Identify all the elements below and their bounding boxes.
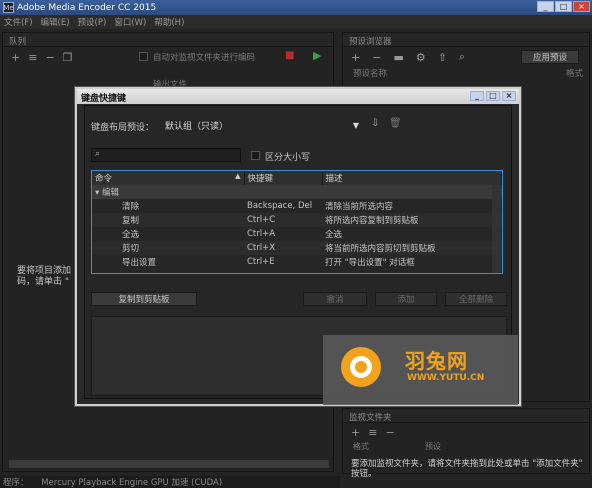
sort-asc-icon: ▲ [235, 172, 241, 180]
queue-panel-title: 队列 [3, 33, 333, 47]
watch-settings-icon[interactable]: ≡ [368, 426, 377, 439]
menu-presets[interactable]: 预设(P) [78, 16, 107, 28]
watch-col-preset: 预设 [425, 442, 441, 451]
watermark-url: WWW.YUTU.CN [407, 373, 485, 383]
table-row[interactable]: 导出设置 Ctrl+E 打开 "导出设置" 对话框 [92, 255, 502, 269]
chevron-down-icon: ▼ [352, 120, 359, 130]
col-description[interactable]: 描述 [322, 171, 502, 185]
watermark-overlay: 羽兔网 WWW.YUTU.CN [323, 335, 518, 405]
title-bar: Me Adobe Media Encoder CC 2015 _ □ × [0, 0, 592, 15]
watermark-logo-icon [341, 347, 381, 387]
clear-all-button[interactable]: 全部删除 [445, 292, 507, 306]
layout-preset-label: 键盘布局预设： [91, 123, 155, 133]
delete-preset-icon[interactable]: 🗑 [389, 118, 402, 129]
watch-folder-hint: 要添加监视文件夹，请将文件夹拖到此处或单击 "添加文件夹" 按钮。 [351, 459, 583, 479]
dialog-title-bar: 键盘快捷键 _ □ × [77, 89, 519, 104]
save-preset-icon[interactable]: ⇩ [371, 118, 379, 129]
table-row[interactable]: 剪切 Ctrl+X 将当前所选内容剪切到剪贴板 [92, 241, 502, 255]
add-watch-folder-icon[interactable]: + [351, 426, 360, 439]
watermark-brand: 羽兔网 [405, 349, 468, 373]
table-header: 命令 ▲ 快捷键 描述 [92, 171, 502, 185]
layout-preset-select[interactable]: 默认组（只读） ▼ [165, 118, 361, 132]
shortcut-table: 命令 ▲ 快捷键 描述 ▾ 编辑 清除 Backspace, Del 清除当前所选内容… [91, 170, 503, 274]
table-row[interactable]: 复制 Ctrl+C 将所选内容复制到剪贴板 [92, 213, 502, 227]
col-shortcut[interactable]: 快捷键 [244, 171, 323, 185]
case-sensitive-label: 区分大小写 [265, 153, 311, 163]
preset-browser-title: 预设浏览器 [343, 33, 589, 47]
dialog-minimize-button[interactable]: _ [470, 91, 484, 101]
search-preset-icon[interactable]: ⌕ [459, 50, 465, 64]
settings-icon[interactable]: ≡ [28, 51, 37, 64]
minimize-button[interactable]: _ [537, 1, 554, 12]
app-window: Me Adobe Media Encoder CC 2015 _ □ × 文件(… [0, 0, 592, 488]
auto-encode-label: 自动对监视文件夹进行编码 [153, 53, 256, 63]
table-row[interactable]: 清除 Backspace, Del 清除当前所选内容 [92, 199, 502, 213]
app-logo-icon: Me [3, 2, 14, 13]
app-title: Adobe Media Encoder CC 2015 [17, 2, 157, 13]
watch-folder-title: 监视文件夹 [343, 409, 589, 423]
copy-to-clipboard-button[interactable]: 复制到剪贴板 [91, 292, 197, 306]
menu-edit[interactable]: 编辑(E) [41, 16, 70, 28]
layout-preset-value: 默认组（只读） [165, 121, 229, 132]
preset-col-name: 预设名称 [353, 69, 388, 79]
queue-hint: 要将项目添加 码，请单击 " [17, 266, 72, 287]
add-shortcut-button[interactable]: 添加 [375, 292, 437, 306]
close-button[interactable]: × [573, 1, 590, 12]
shortcut-search-input[interactable]: ⌕ [91, 148, 241, 162]
add-source-icon[interactable]: + [11, 51, 20, 64]
auto-encode-checkbox[interactable] [139, 52, 148, 61]
table-group-row[interactable]: ▾ 编辑 [92, 185, 502, 199]
duplicate-icon[interactable]: ❐ [63, 51, 73, 64]
stop-icon[interactable]: ■ [285, 50, 294, 61]
menu-bar: 文件(F) 编辑(E) 预设(P) 窗口(W) 帮助(H) [0, 15, 592, 29]
menu-window[interactable]: 窗口(W) [114, 16, 146, 28]
dialog-close-button[interactable]: × [502, 91, 516, 101]
table-row[interactable]: 全选 Ctrl+A 全选 [92, 227, 502, 241]
menu-help[interactable]: 帮助(H) [154, 16, 184, 28]
remove-watch-folder-icon[interactable]: − [385, 426, 394, 439]
dialog-title: 键盘快捷键 [81, 94, 127, 104]
new-group-icon[interactable]: ▬ [393, 51, 403, 64]
renderer-label: 程序： [3, 478, 29, 488]
collapse-triangle-icon[interactable]: ▾ [95, 188, 99, 198]
remove-icon[interactable]: − [45, 51, 54, 64]
watch-folder-panel: 监视文件夹 + ≡ − 格式 预设 要添加监视文件夹，请将文件夹拖到此处或单击 … [342, 408, 590, 479]
watch-col-format: 格式 [353, 442, 369, 451]
table-scrollbar[interactable] [492, 185, 501, 273]
preset-settings-icon[interactable]: ⚙ [416, 51, 426, 64]
import-preset-icon[interactable]: ⇧ [438, 51, 447, 64]
renderer-value[interactable]: Mercury Playback Engine GPU 加速 (CUDA) [41, 478, 222, 488]
search-icon: ⌕ [95, 149, 101, 159]
preset-col-format: 格式 [565, 69, 583, 79]
case-sensitive-checkbox[interactable] [251, 151, 260, 160]
remove-preset-icon[interactable]: − [372, 51, 381, 64]
apply-preset-button[interactable]: 应用预设 [521, 50, 579, 64]
start-queue-icon[interactable]: ▶ [313, 49, 321, 62]
dialog-maximize-button[interactable]: □ [486, 91, 500, 101]
menu-file[interactable]: 文件(F) [4, 16, 33, 28]
queue-scrollbar[interactable] [9, 460, 329, 468]
undo-button[interactable]: 撤消 [303, 292, 367, 306]
col-command[interactable]: 命令 ▲ [92, 171, 245, 185]
status-bar: 程序： Mercury Playback Engine GPU 加速 (CUDA… [0, 476, 340, 488]
add-preset-icon[interactable]: + [351, 51, 360, 64]
maximize-button[interactable]: □ [555, 1, 572, 12]
